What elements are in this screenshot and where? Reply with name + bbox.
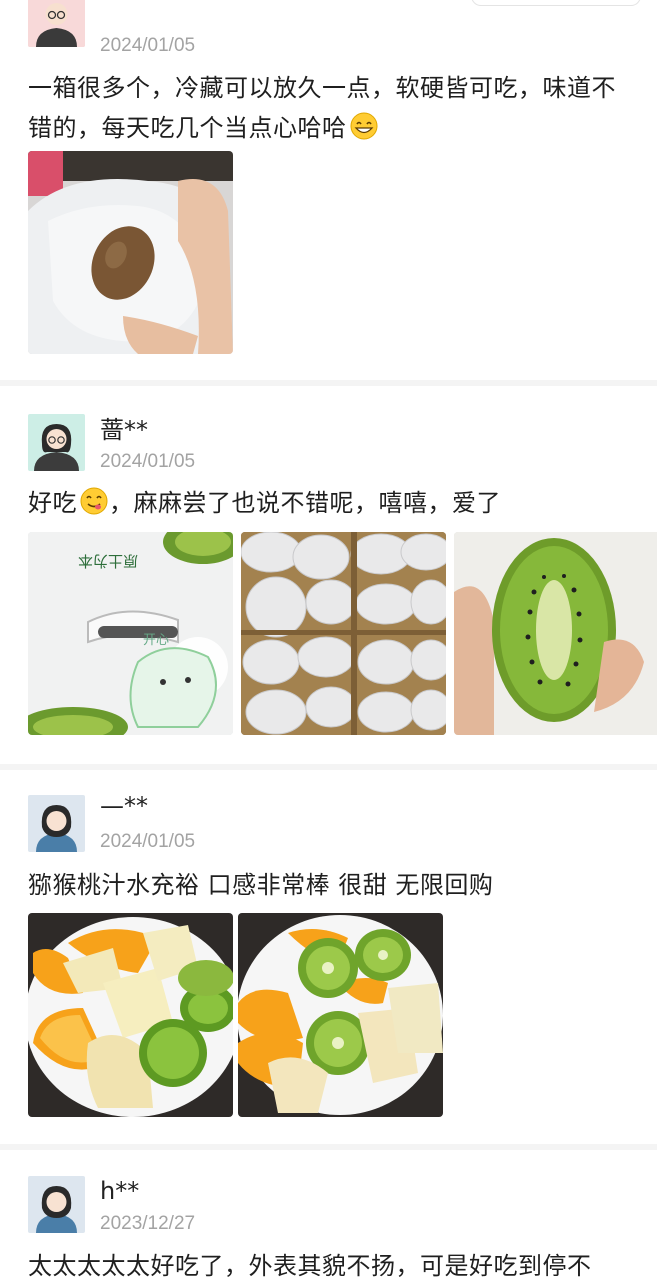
username: —** [100,792,148,820]
review-text: 猕猴桃汁水充裕 口感非常棒 很甜 无限回购 [28,871,494,899]
kiwi-in-bag-photo[interactable] [28,151,233,354]
review-date: 2023/12/27 [100,1213,196,1234]
sticker-text: 开心 [143,633,169,648]
avatar[interactable] [28,414,85,471]
review-date: 2024/01/05 [100,35,196,56]
kiwi-cut-half-photo[interactable] [454,532,657,735]
review-text: 一箱很多个，冷藏可以放久一点，软硬皆可吃，味道不错的，每天吃几个当点心哈哈 [28,74,616,142]
kiwi-packed-foam-photo[interactable] [241,532,446,735]
avatar[interactable] [28,1176,85,1233]
top-pill-edge [471,0,641,6]
review-feed: 2024/01/05 一箱很多个，冷藏可以放久一点，软硬皆可吃，味道不错的，每天… [0,0,657,1280]
review-card: —** 2024/01/05 猕猴桃汁水充裕 口感非常棒 很甜 无限回购 [0,770,657,1144]
review-text: 好吃 ，麻麻尝了也说不错呢，嘻嘻，爱了 [28,483,639,523]
grinning-face-emoji [349,111,379,141]
review-date: 2024/01/05 [100,831,196,852]
kiwi-box-photo[interactable]: 原土为本 开心 [28,532,233,735]
review-date: 2024/01/05 [100,451,196,472]
review-text: 太太太太太好吃了，外表其貌不扬，可是好吃到停不 [28,1252,592,1280]
review-card: 蔷** 2024/01/05 好吃 ，麻麻尝了也说不错呢，嘻嘻，爱了 原土为本 开… [0,386,657,764]
avatar[interactable] [28,795,85,852]
username: h** [100,1177,140,1205]
review-card: h** 2023/12/27 太太太太太好吃了，外表其貌不扬，可是好吃到停不 [0,1150,657,1280]
username: 蔷** [100,416,148,444]
avatar[interactable] [28,0,85,47]
yum-face-emoji [79,486,109,516]
fruit-plate-photo-1[interactable] [28,913,233,1117]
box-text: 原土为本 [78,552,138,570]
fruit-plate-photo-2[interactable] [238,913,443,1117]
review-card: 2024/01/05 一箱很多个，冷藏可以放久一点，软硬皆可吃，味道不错的，每天… [0,0,657,380]
